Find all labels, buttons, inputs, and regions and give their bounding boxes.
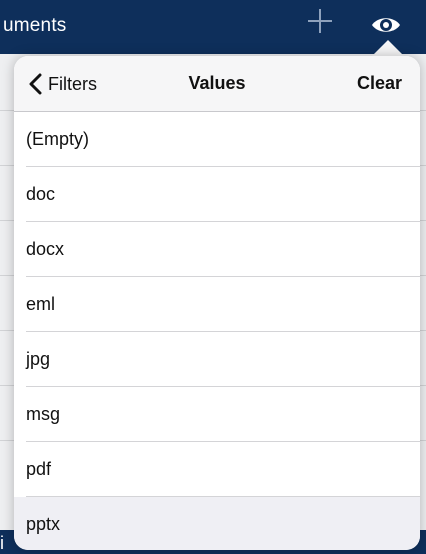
value-item-eml[interactable]: eml: [14, 277, 420, 332]
value-item-doc[interactable]: doc: [14, 167, 420, 222]
value-label: pdf: [26, 459, 52, 479]
value-item-pdf[interactable]: pdf: [14, 442, 420, 497]
eye-icon[interactable]: [370, 14, 402, 36]
nav-title: uments: [3, 15, 67, 36]
value-label: pptx: [26, 514, 61, 534]
value-item-empty[interactable]: (Empty): [14, 112, 420, 167]
bottom-bar-label: i: [0, 533, 4, 553]
value-label: eml: [26, 294, 56, 314]
filter-values-popover: Filters Values Clear (Empty) doc docx em…: [14, 56, 420, 550]
value-item-jpg[interactable]: jpg: [14, 332, 420, 387]
value-label: msg: [26, 404, 61, 424]
value-label: docx: [26, 239, 65, 259]
values-list: (Empty) doc docx eml jpg msg pdf pptx: [14, 112, 420, 550]
app-navbar: uments: [0, 0, 426, 54]
value-label: (Empty): [26, 129, 89, 149]
popover-header: Filters Values Clear: [14, 56, 420, 112]
value-item-msg[interactable]: msg: [14, 387, 420, 442]
value-item-pptx[interactable]: pptx: [14, 497, 420, 550]
clear-button[interactable]: Clear: [357, 73, 402, 94]
plus-icon[interactable]: [308, 9, 332, 33]
value-item-docx[interactable]: docx: [14, 222, 420, 277]
value-label: doc: [26, 184, 56, 204]
value-label: jpg: [26, 349, 51, 369]
